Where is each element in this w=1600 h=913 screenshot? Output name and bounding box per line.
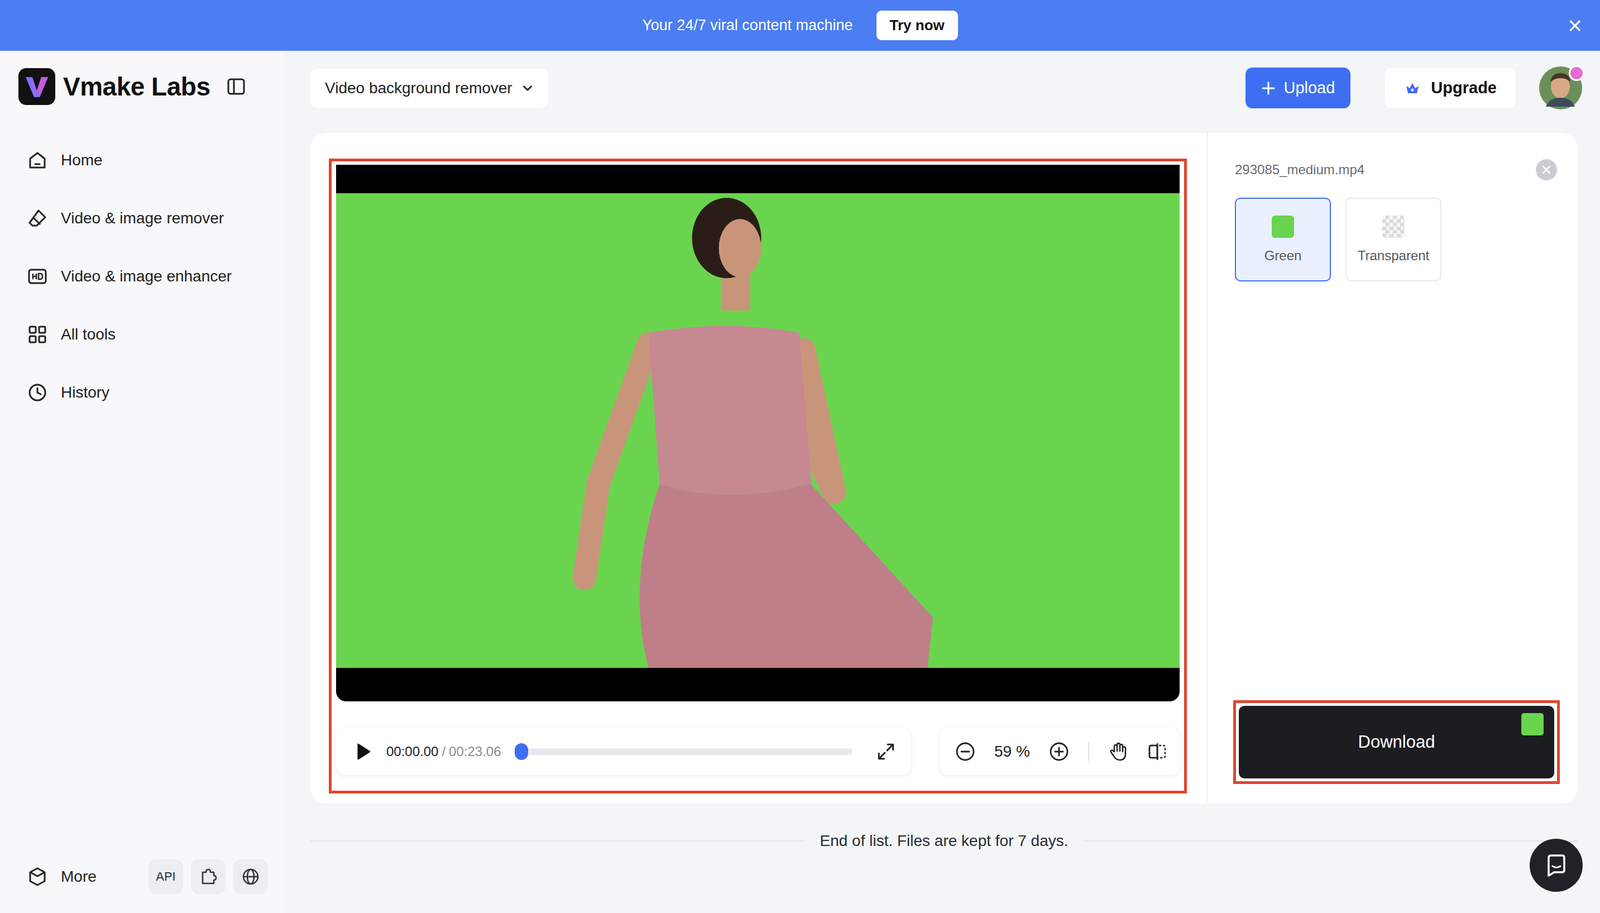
- globe-icon: [241, 866, 261, 886]
- download-highlight: Download: [1233, 700, 1560, 784]
- playback-controls: 00:00.00 / 00:23.06: [336, 727, 911, 775]
- background-option[interactable]: Green: [1234, 197, 1331, 282]
- letterbox-top: [336, 164, 1180, 194]
- background-option-label: Transparent: [1357, 247, 1430, 264]
- time-readout: 00:00.00 / 00:23.06: [386, 743, 502, 760]
- upload-label: Upload: [1283, 78, 1335, 98]
- background-options: Green Transparent: [1234, 197, 1558, 282]
- puzzle-icon: [198, 866, 218, 886]
- brand-row: Vmake Labs: [18, 68, 268, 105]
- sidebar-item-label: History: [60, 383, 110, 402]
- sidebar-nav: Home Video & image remover Video & image…: [18, 137, 268, 415]
- preview-highlight: 00:00.00 / 00:23.06 59 %: [328, 158, 1187, 794]
- download-button[interactable]: Download: [1238, 705, 1555, 779]
- sidebar-item[interactable]: History: [18, 370, 268, 415]
- sidebar: Vmake Labs Home Video & image remover Vi…: [0, 50, 284, 913]
- promo-banner: Your 24/7 viral content machine Try now …: [0, 0, 1600, 51]
- hand-icon[interactable]: [1108, 741, 1129, 762]
- duration: 00:23.06: [448, 743, 501, 760]
- chat-button[interactable]: [1529, 838, 1583, 892]
- subject-figure: [336, 193, 1180, 668]
- file-name: 293085_medium.mp4: [1234, 161, 1365, 178]
- main-area: Video background remover Upload Upgrade …: [283, 50, 1600, 913]
- sidebar-item-label: All tools: [60, 325, 116, 344]
- crown-icon: [1404, 79, 1421, 97]
- body-row: Vmake Labs Home Video & image remover Vi…: [0, 50, 1600, 913]
- download-label: Download: [1358, 731, 1436, 752]
- language-button[interactable]: [233, 859, 268, 894]
- fullscreen-icon[interactable]: [875, 741, 897, 762]
- sidebar-toggle-icon[interactable]: [226, 77, 246, 97]
- top-actions: Upload Upgrade: [1245, 66, 1583, 110]
- sidebar-item-label: Video & image enhancer: [60, 267, 232, 286]
- chat-icon: [1544, 853, 1569, 878]
- avatar-badge: [1568, 65, 1585, 81]
- compare-icon[interactable]: [1147, 741, 1168, 762]
- banner-close-button[interactable]: ×: [1562, 11, 1588, 41]
- more-item[interactable]: More: [27, 866, 97, 887]
- sidebar-footer: More API: [18, 859, 268, 894]
- seek-slider[interactable]: [521, 748, 853, 755]
- banner-group: Your 24/7 viral content machine Try now: [642, 10, 958, 41]
- sidebar-item-label: Home: [60, 151, 103, 170]
- sidebar-item[interactable]: Video & image remover: [18, 195, 268, 241]
- try-now-button[interactable]: Try now: [876, 10, 958, 41]
- zoom-in-icon[interactable]: [1048, 741, 1070, 762]
- sidebar-item-label: Video & image remover: [60, 209, 224, 228]
- editor-card: 00:00.00 / 00:23.06 59 % 293085_medium.m…: [310, 132, 1578, 804]
- plus-icon: [1261, 80, 1276, 96]
- video-frame: [336, 193, 1180, 668]
- video-player: [336, 164, 1180, 702]
- app-page: Your 24/7 viral content machine Try now …: [0, 0, 1600, 913]
- close-file-icon[interactable]: [1535, 158, 1558, 181]
- preview-section: 00:00.00 / 00:23.06 59 %: [310, 132, 1209, 804]
- retention-note: End of list. Files are kept for 7 days.: [819, 831, 1068, 850]
- tool-select-dropdown[interactable]: Video background remover: [310, 68, 549, 108]
- eraser-icon: [27, 208, 48, 229]
- zoom-out-icon[interactable]: [955, 741, 976, 762]
- clock-icon: [27, 382, 48, 403]
- divider-line: [1084, 840, 1578, 842]
- upload-button[interactable]: Upload: [1245, 67, 1351, 109]
- user-avatar[interactable]: [1539, 66, 1583, 110]
- download-background-swatch: [1521, 712, 1544, 736]
- sidebar-item[interactable]: Video & image enhancer: [18, 254, 268, 299]
- player-controls: 00:00.00 / 00:23.06 59 %: [336, 727, 1180, 775]
- seek-thumb[interactable]: [514, 743, 529, 760]
- upgrade-button[interactable]: Upgrade: [1385, 67, 1516, 109]
- transparent-swatch: [1382, 215, 1405, 238]
- footer-pills: API: [148, 859, 268, 894]
- time-separator: /: [441, 743, 446, 760]
- banner-text: Your 24/7 viral content machine: [642, 16, 853, 35]
- chevron-down-icon: [521, 82, 534, 95]
- cube-icon: [27, 866, 48, 887]
- divider-line: [310, 840, 804, 842]
- home-icon: [27, 150, 48, 171]
- extension-button[interactable]: [190, 859, 226, 894]
- current-time: 00:00.00: [386, 743, 439, 760]
- top-bar: Video background remover Upload Upgrade: [310, 67, 1583, 109]
- grid-icon: [27, 324, 48, 345]
- logo-icon[interactable]: [18, 68, 56, 105]
- background-option[interactable]: Transparent: [1345, 197, 1442, 282]
- output-panel: 293085_medium.mp4 Green Transparent Down…: [1208, 132, 1578, 804]
- play-icon[interactable]: [352, 741, 373, 762]
- api-button[interactable]: API: [148, 859, 184, 894]
- zoom-level: 59 %: [994, 742, 1031, 761]
- color-swatch: [1271, 215, 1295, 238]
- background-option-label: Green: [1264, 247, 1302, 264]
- upgrade-label: Upgrade: [1430, 78, 1497, 98]
- brand-name[interactable]: Vmake Labs: [63, 71, 210, 102]
- tool-select-label: Video background remover: [324, 79, 513, 98]
- controls-divider: [1088, 741, 1090, 762]
- zoom-controls: 59 %: [939, 727, 1180, 775]
- file-row: 293085_medium.mp4: [1234, 158, 1558, 181]
- more-label: More: [60, 867, 97, 886]
- sidebar-item[interactable]: Home: [18, 137, 268, 183]
- hd-icon: [27, 266, 48, 287]
- list-end-note: End of list. Files are kept for 7 days.: [310, 831, 1578, 850]
- letterbox-bottom: [336, 667, 1180, 702]
- sidebar-item[interactable]: All tools: [18, 312, 268, 357]
